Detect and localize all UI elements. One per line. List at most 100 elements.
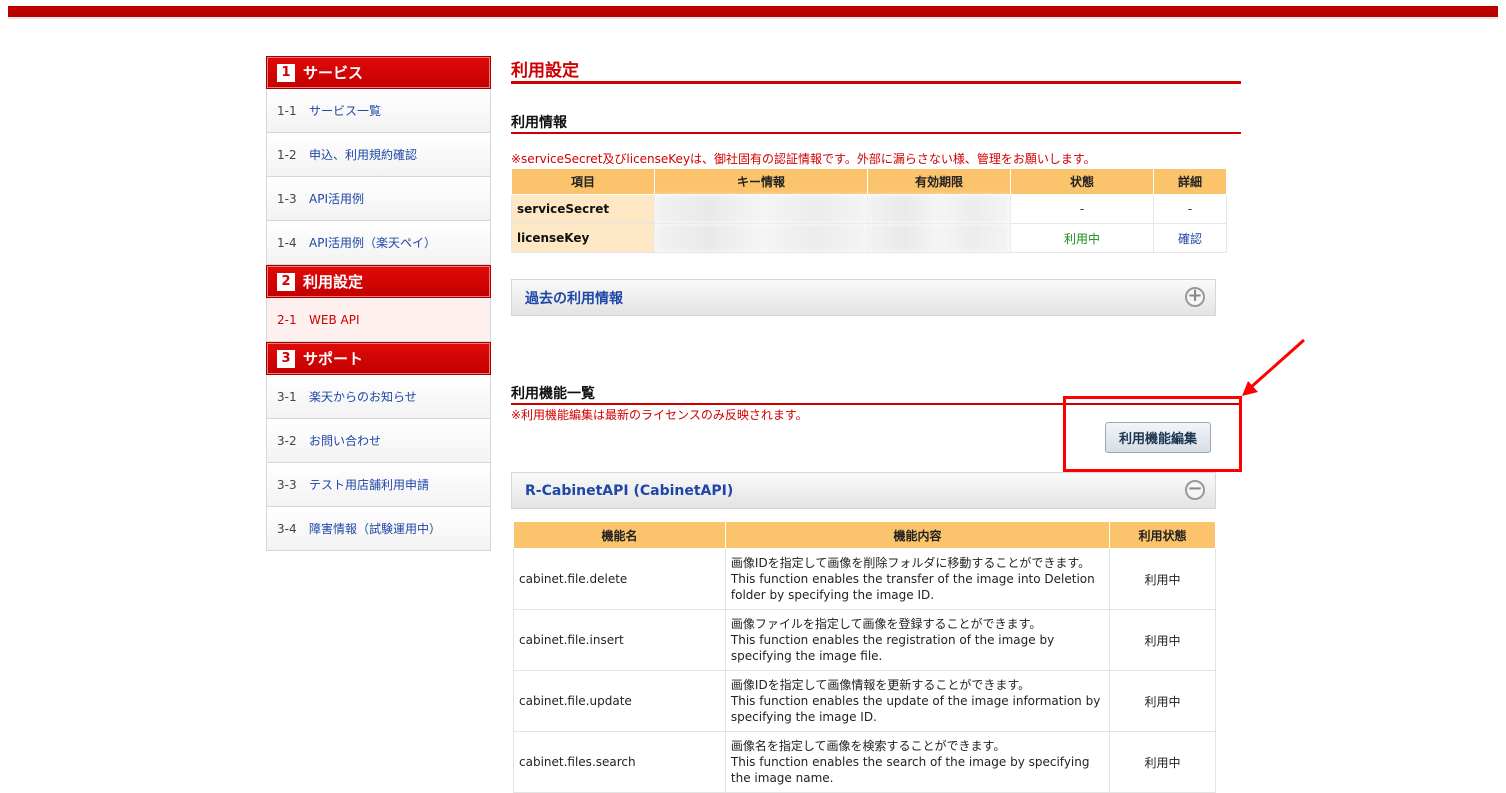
redacted-expiry — [867, 194, 1011, 224]
expand-plus-icon[interactable]: + — [1185, 287, 1205, 307]
function-name: cabinet.file.insert — [513, 609, 726, 671]
sidebar-link[interactable]: 申込、利用規約確認 — [309, 146, 417, 163]
sidebar-link[interactable]: WEB API — [309, 313, 359, 327]
item-number: 3-3 — [277, 477, 297, 492]
description-line: 画像IDを指定して画像を削除フォルダに移動することができます。 — [730, 556, 1091, 570]
key-name: serviceSecret — [511, 194, 655, 224]
section-number: 1 — [277, 63, 295, 82]
column-header: 状態 — [1010, 168, 1154, 195]
item-number: 3-1 — [277, 389, 297, 404]
item-number: 1-4 — [277, 235, 297, 250]
functions-table: 機能名 機能内容 利用状態 cabinet.file.delete 画像IDを指… — [513, 521, 1216, 793]
function-description: 画像名を指定して画像を検索することができます。 This function en… — [724, 731, 1111, 793]
description-line: This function enables the registration o… — [730, 633, 1055, 647]
function-description: 画像IDを指定して画像情報を更新することができます。 This function… — [724, 670, 1111, 732]
annotation-arrow-icon — [1242, 338, 1305, 396]
section-header-support: 3 サポート — [266, 342, 491, 375]
cabinet-api-panel[interactable]: R-CabinetAPI (CabinetAPI) − — [511, 472, 1216, 509]
description-line: This function enables the search of the … — [730, 755, 1090, 769]
description-line: specifying the image ID. — [730, 710, 877, 724]
column-header: 有効期限 — [867, 168, 1011, 195]
column-header: 項目 — [511, 168, 655, 195]
column-header: 機能名 — [513, 521, 726, 549]
usage-info-heading: 利用情報 — [511, 112, 1241, 134]
sidebar-item-service-list[interactable]: 1-1 サービス一覧 — [266, 89, 491, 133]
table-row: serviceSecret - - — [511, 194, 1227, 224]
key-name: licenseKey — [511, 223, 655, 253]
item-number: 2-1 — [277, 312, 297, 327]
status-value: - — [1010, 194, 1154, 224]
past-usage-panel[interactable]: 過去の利用情報 + — [511, 279, 1216, 316]
sidebar-link[interactable]: 障害情報（試験運用中） — [309, 520, 441, 537]
detail-value: - — [1153, 194, 1227, 224]
description-line: 画像ファイルを指定して画像を登録することができます。 — [730, 617, 1042, 631]
section-number: 2 — [277, 272, 295, 291]
column-header: 詳細 — [1153, 168, 1227, 195]
function-name: cabinet.file.update — [513, 670, 726, 732]
description-line: specifying the image file. — [730, 649, 883, 663]
sidebar-link[interactable]: お問い合わせ — [309, 432, 381, 449]
sidebar-link[interactable]: API活用例（楽天ペイ） — [309, 234, 436, 251]
sidebar-link[interactable]: API活用例 — [309, 190, 364, 207]
status-value: 利用中 — [1109, 548, 1216, 610]
sidebar-link[interactable]: 楽天からのお知らせ — [309, 388, 417, 405]
sidebar-link[interactable]: サービス一覧 — [309, 102, 381, 119]
table-row: cabinet.files.search 画像名を指定して画像を検索することがで… — [513, 731, 1216, 793]
table-header-row: 項目 キー情報 有効期限 状態 詳細 — [511, 168, 1227, 195]
status-value: 利用中 — [1010, 223, 1154, 253]
top-header-bar — [8, 6, 1498, 19]
usage-info-note: ※serviceSecret及びlicenseKeyは、御社固有の認証情報です。… — [511, 152, 1096, 166]
detail-link[interactable]: 確認 — [1153, 223, 1227, 253]
sidebar-item-contact[interactable]: 3-2 お問い合わせ — [266, 419, 491, 463]
item-number: 1-2 — [277, 147, 297, 162]
item-number: 3-4 — [277, 521, 297, 536]
sidebar-item-web-api[interactable]: 2-1 WEB API — [266, 298, 491, 342]
description-line: folder by specifying the image ID. — [730, 588, 935, 602]
column-header: 機能内容 — [724, 521, 1111, 549]
section-title: 利用設定 — [303, 273, 364, 291]
sidebar-nav: 1 サービス 1-1 サービス一覧 1-2 申込、利用規約確認 1-3 API活… — [266, 56, 491, 551]
table-header-row: 機能名 機能内容 利用状態 — [513, 521, 1216, 549]
collapse-minus-icon[interactable]: − — [1185, 480, 1205, 500]
table-row: cabinet.file.update 画像IDを指定して画像情報を更新すること… — [513, 670, 1216, 732]
sidebar-item-test-shop[interactable]: 3-3 テスト用店舗利用申請 — [266, 463, 491, 507]
item-number: 1-3 — [277, 191, 297, 206]
panel-title: R-CabinetAPI (CabinetAPI) — [525, 482, 734, 499]
table-row: cabinet.file.insert 画像ファイルを指定して画像を登録すること… — [513, 609, 1216, 671]
description-line: 画像名を指定して画像を検索することができます。 — [730, 739, 1006, 753]
status-value: 利用中 — [1109, 609, 1216, 671]
section-number: 3 — [277, 349, 295, 368]
table-row: cabinet.file.delete 画像IDを指定して画像を削除フォルダに移… — [513, 548, 1216, 610]
usage-info-table: 項目 キー情報 有効期限 状態 詳細 serviceSecret - - lic… — [511, 168, 1227, 253]
description-line: This function enables the transfer of th… — [730, 572, 1095, 586]
section-title: サービス — [303, 64, 364, 82]
redacted-key-value — [654, 194, 868, 224]
description-line: 画像IDを指定して画像情報を更新することができます。 — [730, 678, 1031, 692]
redacted-key-value — [654, 223, 868, 253]
function-description: 画像IDを指定して画像を削除フォルダに移動することができます。 This fun… — [724, 548, 1111, 610]
status-value: 利用中 — [1109, 670, 1216, 732]
function-name: cabinet.file.delete — [513, 548, 726, 610]
status-value: 利用中 — [1109, 731, 1216, 793]
item-number: 1-1 — [277, 103, 297, 118]
annotation-highlight-box — [1063, 396, 1242, 472]
item-number: 3-2 — [277, 433, 297, 448]
function-name: cabinet.files.search — [513, 731, 726, 793]
section-title: サポート — [303, 350, 364, 368]
sidebar-item-notices[interactable]: 3-1 楽天からのお知らせ — [266, 375, 491, 419]
table-row: licenseKey 利用中 確認 — [511, 223, 1227, 253]
sidebar-item-incidents[interactable]: 3-4 障害情報（試験運用中） — [266, 507, 491, 551]
sidebar-link[interactable]: テスト用店舗利用申請 — [309, 476, 429, 493]
functions-note: ※利用機能編集は最新のライセンスのみ反映されます。 — [511, 408, 808, 422]
column-header: キー情報 — [654, 168, 868, 195]
section-header-settings: 2 利用設定 — [266, 265, 491, 298]
sidebar-item-api-examples-pay[interactable]: 1-4 API活用例（楽天ペイ） — [266, 221, 491, 265]
redacted-expiry — [867, 223, 1011, 253]
sidebar-item-application[interactable]: 1-2 申込、利用規約確認 — [266, 133, 491, 177]
sidebar-item-api-examples[interactable]: 1-3 API活用例 — [266, 177, 491, 221]
column-header: 利用状態 — [1109, 521, 1216, 549]
panel-title: 過去の利用情報 — [525, 290, 623, 307]
page-title: 利用設定 — [511, 56, 1241, 84]
function-description: 画像ファイルを指定して画像を登録することができます。 This function… — [724, 609, 1111, 671]
description-line: This function enables the update of the … — [730, 694, 1101, 708]
